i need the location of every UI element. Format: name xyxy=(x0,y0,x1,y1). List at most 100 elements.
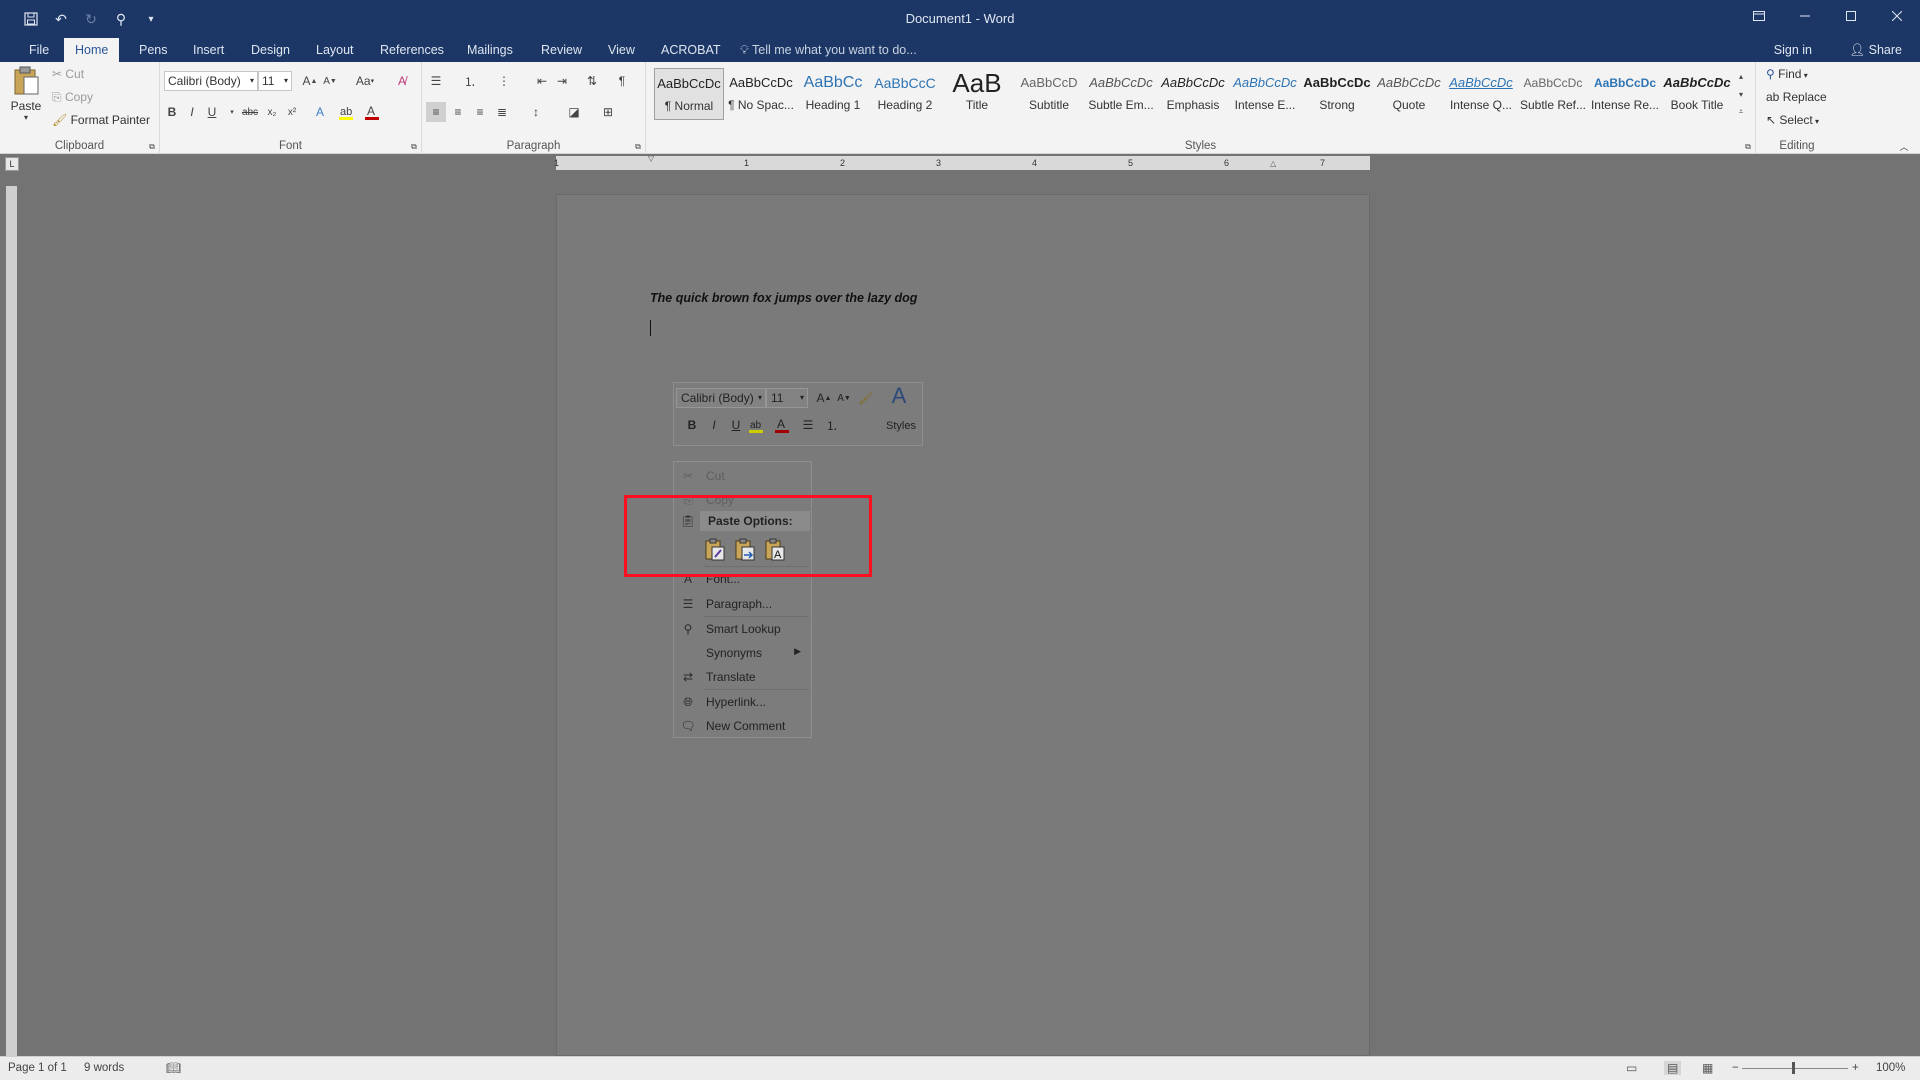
paragraph-launcher-icon[interactable]: ⧉ xyxy=(633,142,643,152)
numbering-icon[interactable]: ⒈ xyxy=(460,71,480,91)
zoom-slider[interactable] xyxy=(1742,1068,1848,1069)
clear-formatting-icon[interactable]: A̸ xyxy=(392,71,412,91)
style-strong[interactable]: AaBbCcDc Strong xyxy=(1302,68,1372,120)
mini-styles-icon[interactable]: A xyxy=(886,383,912,408)
tab-file[interactable]: File xyxy=(18,38,60,62)
font-color-icon[interactable]: A xyxy=(362,102,382,122)
italic-button[interactable]: I xyxy=(182,102,202,122)
menu-item-cut[interactable]: ✂ Cut xyxy=(674,464,811,488)
subscript-button[interactable]: x₂ xyxy=(262,102,282,122)
zoom-out-button[interactable]: − xyxy=(1732,1062,1739,1074)
collapse-ribbon-icon[interactable]: ︿ xyxy=(1894,136,1914,156)
tab-selector[interactable]: L xyxy=(5,157,19,171)
change-case-button[interactable]: Aa ▾ xyxy=(350,71,380,91)
mini-shrink-font-icon[interactable]: A ▼ xyxy=(834,388,854,408)
sort-icon[interactable]: ⇅ xyxy=(582,71,602,91)
word-count[interactable]: 9 words xyxy=(84,1062,124,1074)
tab-acrobat[interactable]: ACROBAT xyxy=(650,38,732,62)
style-intense-emphasis[interactable]: AaBbCcDc Intense E... xyxy=(1230,68,1300,120)
mini-bold-button[interactable]: B xyxy=(682,415,702,435)
style-subtle-emphasis[interactable]: AaBbCcDc Subtle Em... xyxy=(1086,68,1156,120)
menu-item-translate[interactable]: ⇄ Translate xyxy=(674,665,811,689)
style-quote[interactable]: AaBbCcDc Quote xyxy=(1374,68,1444,120)
superscript-button[interactable]: x² xyxy=(282,102,302,122)
underline-button[interactable]: U xyxy=(202,102,222,122)
style-subtitle[interactable]: AaBbCcD Subtitle xyxy=(1014,68,1084,120)
page-count[interactable]: Page 1 of 1 xyxy=(8,1062,67,1074)
tab-view[interactable]: View xyxy=(597,38,646,62)
tab-review[interactable]: Review xyxy=(530,38,593,62)
style-title[interactable]: AaB Title xyxy=(942,68,1012,120)
right-indent-marker[interactable]: △ xyxy=(1270,159,1276,168)
decrease-indent-icon[interactable]: ⇤ xyxy=(532,71,552,91)
mini-underline-button[interactable]: U xyxy=(726,415,746,435)
read-mode-icon[interactable]: ▭ xyxy=(1626,1061,1637,1075)
grow-font-icon[interactable]: A ▲ xyxy=(300,71,320,91)
tab-references[interactable]: References xyxy=(369,38,455,62)
mini-font-size-combo[interactable]: 11 ▾ xyxy=(766,388,808,408)
sign-in-link[interactable]: Sign in xyxy=(1774,38,1812,62)
web-layout-icon[interactable]: ▦ xyxy=(1702,1061,1713,1075)
mini-bullets-icon[interactable]: ☰ xyxy=(798,415,818,435)
minimize-icon[interactable] xyxy=(1782,0,1828,32)
zoom-in-button[interactable]: + xyxy=(1852,1062,1859,1074)
styles-more-icon[interactable]: ⩡ xyxy=(1734,104,1748,120)
justify-icon[interactable]: ≣ xyxy=(492,102,512,122)
find-button[interactable]: ⚲ Find ▾ xyxy=(1766,67,1808,81)
cut-button[interactable]: ✂ Cut xyxy=(52,67,84,81)
print-layout-icon[interactable]: ▤ xyxy=(1664,1061,1682,1075)
style-emphasis[interactable]: AaBbCcDc Emphasis xyxy=(1158,68,1228,120)
shading-icon[interactable]: ◪ xyxy=(564,102,584,122)
mini-styles-label[interactable]: Styles xyxy=(886,420,916,432)
styles-scroll-up-icon[interactable]: ▴ xyxy=(1734,68,1748,84)
clipboard-launcher-icon[interactable]: ⧉ xyxy=(147,142,157,152)
styles-scroll-down-icon[interactable]: ▾ xyxy=(1734,86,1748,102)
style-intense-quote[interactable]: AaBbCcDc Intense Q... xyxy=(1446,68,1516,120)
zoom-level[interactable]: 100% xyxy=(1876,1062,1905,1074)
zoom-slider-thumb[interactable] xyxy=(1792,1062,1795,1074)
horizontal-ruler[interactable]: 1 1 2 3 4 5 6 7 ▽ △ xyxy=(554,154,1370,170)
vertical-ruler[interactable] xyxy=(6,186,17,1056)
font-size-combo[interactable]: 11 ▾ xyxy=(258,71,292,91)
select-button[interactable]: ↖ Select ▾ xyxy=(1766,113,1819,127)
increase-indent-icon[interactable]: ⇥ xyxy=(552,71,572,91)
align-right-icon[interactable]: ≡ xyxy=(470,102,490,122)
font-name-combo[interactable]: Calibri (Body) ▾ xyxy=(164,71,258,91)
style-book-title[interactable]: AaBbCcDc Book Title xyxy=(1662,68,1732,120)
align-left-icon[interactable]: ≡ xyxy=(426,102,446,122)
shrink-font-icon[interactable]: A ▼ xyxy=(320,71,340,91)
menu-item-hyperlink[interactable]: 🌐︎ Hyperlink... xyxy=(674,690,811,714)
menu-item-smart-lookup[interactable]: ⚲ Smart Lookup xyxy=(674,617,811,641)
mini-format-painter-icon[interactable]: 🖌︎ xyxy=(856,388,876,408)
mini-numbering-icon[interactable]: ⒈ xyxy=(822,415,842,435)
paste-dropdown-icon[interactable]: ▾ xyxy=(8,113,44,122)
tab-design[interactable]: Design xyxy=(240,38,301,62)
tab-insert[interactable]: Insert xyxy=(182,38,235,62)
style-normal[interactable]: AaBbCcDc ¶ Normal xyxy=(654,68,724,120)
tab-mailings[interactable]: Mailings xyxy=(456,38,524,62)
menu-item-synonyms[interactable]: Synonyms ▶ xyxy=(674,641,811,665)
style-subtle-reference[interactable]: AaBbCcDc Subtle Ref... xyxy=(1518,68,1588,120)
highlight-color-icon[interactable]: ab xyxy=(336,102,356,122)
strikethrough-button[interactable]: abc xyxy=(240,102,260,122)
share-button[interactable]: 👤︎ Share xyxy=(1849,38,1902,62)
mini-highlight-icon[interactable]: ab xyxy=(746,415,766,435)
bold-button[interactable]: B xyxy=(162,102,182,122)
tab-layout[interactable]: Layout xyxy=(305,38,365,62)
style-no-spacing[interactable]: AaBbCcDc ¶ No Spac... xyxy=(726,68,796,120)
line-spacing-icon[interactable]: ↕ xyxy=(526,102,546,122)
underline-dropdown-icon[interactable]: ▾ xyxy=(222,102,242,122)
show-marks-icon[interactable]: ¶ xyxy=(612,71,632,91)
replace-button[interactable]: ab Replace xyxy=(1766,90,1827,104)
close-icon[interactable] xyxy=(1874,0,1920,32)
proofing-icon[interactable]: 📖︎ xyxy=(166,1061,181,1075)
mini-italic-button[interactable]: I xyxy=(704,415,724,435)
style-heading-1[interactable]: AaBbCc Heading 1 xyxy=(798,68,868,120)
first-line-indent-marker[interactable]: ▽ xyxy=(648,154,654,163)
menu-item-new-comment[interactable]: 🗨︎ New Comment xyxy=(674,714,811,738)
format-painter-button[interactable]: 🖌︎ Format Painter xyxy=(52,113,150,127)
style-heading-2[interactable]: AaBbCcC Heading 2 xyxy=(870,68,940,120)
styles-launcher-icon[interactable]: ⧉ xyxy=(1743,142,1753,152)
mini-font-color-icon[interactable]: A xyxy=(772,415,792,435)
ribbon-display-icon[interactable] xyxy=(1736,0,1782,32)
